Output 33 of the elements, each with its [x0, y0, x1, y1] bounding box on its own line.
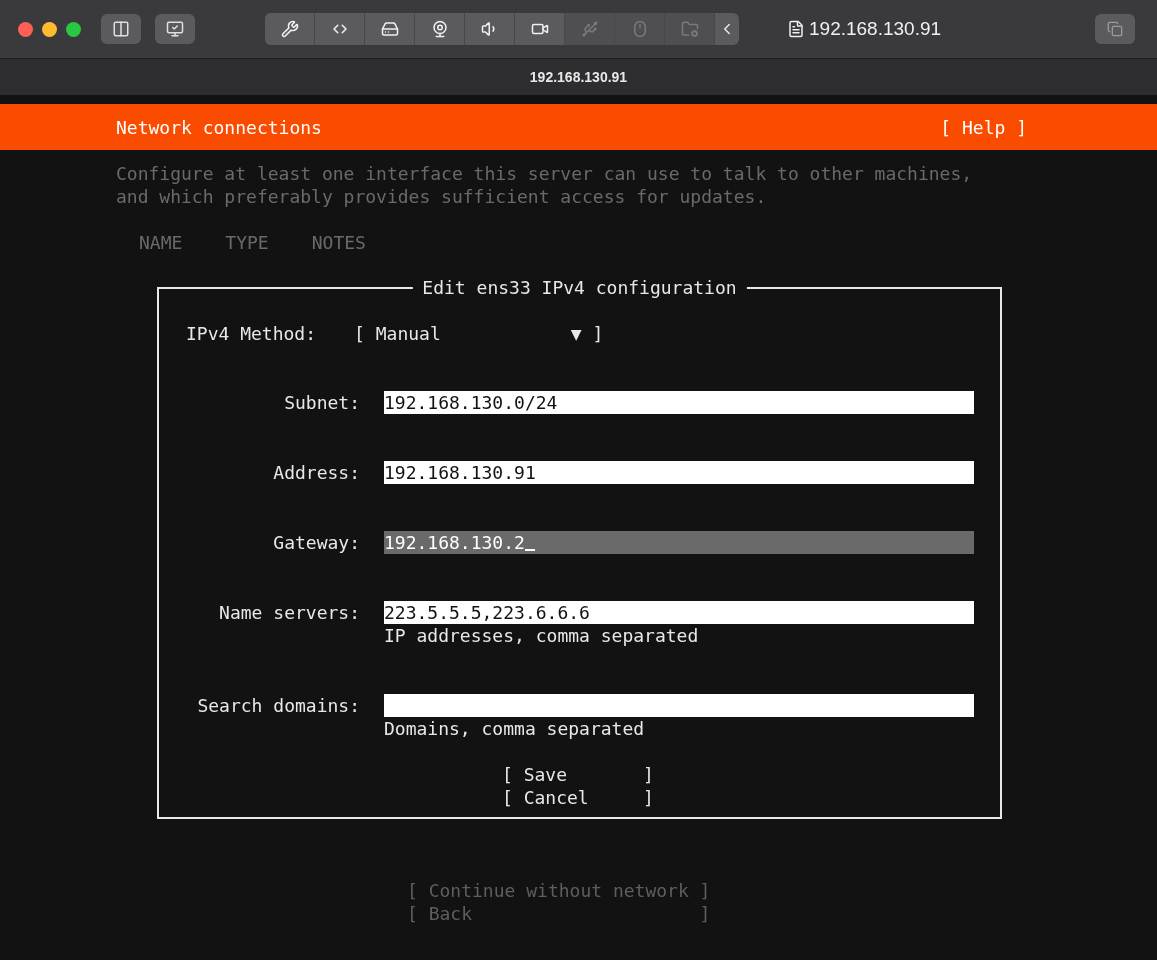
method-dropdown[interactable]: [ Manual ▼ ] [354, 322, 604, 345]
header-title: Network connections [116, 115, 322, 139]
pause-button[interactable] [101, 14, 141, 44]
field-label: Gateway: [272, 531, 360, 554]
copy-icon [1107, 21, 1123, 37]
field-label: Address: [272, 461, 360, 484]
field-hint: IP addresses, comma separated [384, 624, 700, 647]
snapshot-button[interactable] [155, 14, 195, 44]
input-field[interactable]: 192.168.130.91 [384, 461, 974, 484]
input-field[interactable]: 223.5.5.5,223.6.6.6 [384, 601, 974, 624]
field-label: Name servers: [218, 601, 360, 624]
pause-icon [112, 20, 130, 38]
dialog-button[interactable]: [ Save ] [502, 763, 1000, 786]
column-header: TYPE [225, 231, 269, 254]
document-icon [787, 20, 805, 38]
description-line: Configure at least one interface this server can use to talk to other machines, [116, 162, 974, 185]
field-label: Subnet: [283, 391, 360, 414]
input-field[interactable]: 192.168.130.0/24 [384, 391, 974, 414]
dialog-button[interactable]: [ Cancel ] [502, 786, 1000, 809]
input-field[interactable] [384, 694, 974, 717]
input-field[interactable]: 192.168.130.2 [384, 531, 974, 554]
column-header: NAME [139, 231, 183, 254]
monitor-check-icon [166, 20, 184, 38]
copy-button[interactable] [1095, 14, 1135, 44]
description-line: and which preferably provides sufficient access for updates. [116, 185, 768, 208]
field-label: Search domains: [196, 694, 360, 717]
field-label: IPv4 Method: [186, 322, 317, 345]
field-hint: Domains, comma separated [384, 717, 646, 740]
window-title: 192.168.130.91 [809, 16, 942, 41]
text-cursor [524, 549, 535, 551]
column-header: NOTES [311, 231, 366, 254]
toolbar-button[interactable] [265, 13, 315, 45]
address-text: 192.168.130.91 [529, 67, 628, 87]
